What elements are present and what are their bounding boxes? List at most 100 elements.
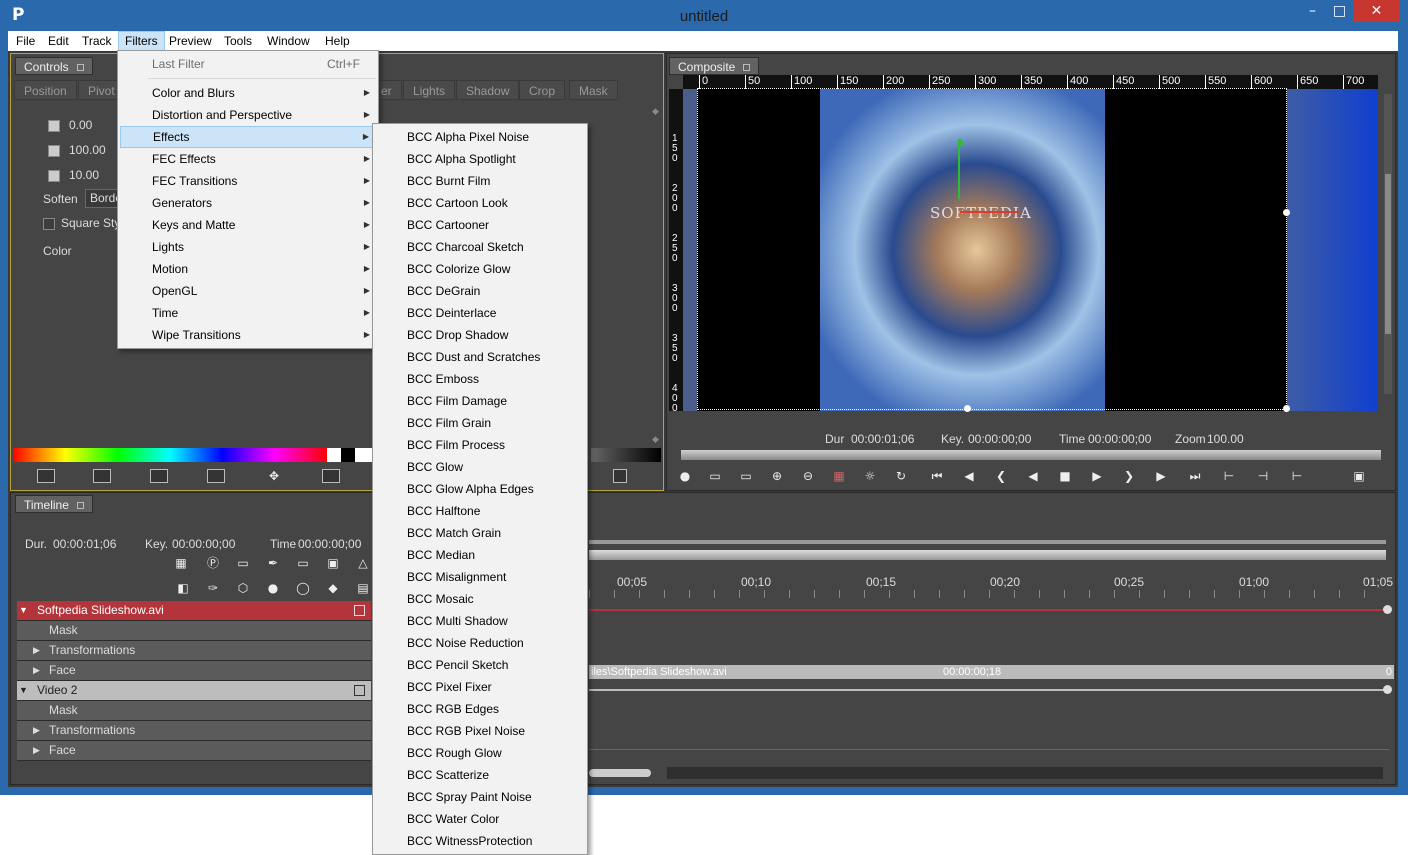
handle-bottom[interactable] [964,405,971,412]
menu-item-fec-transitions[interactable]: FEC Transitions ▶ [120,170,376,192]
expand-icon[interactable]: ▶ [33,741,40,760]
menu-item-last-filter[interactable]: Last Filter Ctrl+F [120,53,376,75]
track-row[interactable]: ▶ Transformations [17,721,371,741]
gradient-strip-right[interactable] [591,448,661,462]
brush-icon[interactable]: ✑ [203,580,223,596]
tab-composite[interactable]: Composite [669,57,760,75]
tab-timeline[interactable]: Timeline [15,495,93,513]
handle-right[interactable] [1283,209,1290,216]
subtab-lights[interactable]: Lights [403,80,456,100]
effects-menu-item[interactable]: BCC Multi Shadow [375,610,585,632]
effects-menu-item[interactable]: BCC Cartoon Look [375,192,585,214]
menu-item-opengl[interactable]: OpenGL ▶ [120,280,376,302]
subtab-shadow[interactable]: Shadow [456,80,520,100]
mark-out-icon[interactable]: ⊢ [1287,468,1307,484]
effects-menu-item[interactable]: BCC Spray Paint Noise [375,786,585,808]
cylinder-icon[interactable]: ◯ [293,580,313,596]
track-row[interactable]: ▼ Softpedia Slideshow.avi [17,601,371,621]
effects-menu-item[interactable]: BCC Pixel Fixer [375,676,585,698]
grid-icon[interactable]: ▦ [171,555,191,571]
diamond-icon[interactable]: ◆ [323,580,343,596]
menu-edit[interactable]: Edit [42,31,75,51]
effects-menu-item[interactable]: BCC Water Color [375,808,585,830]
effects-menu-item[interactable]: BCC Alpha Pixel Noise [375,126,585,148]
triangle-icon[interactable]: △ [353,555,373,571]
screen-icon[interactable]: ▭ [233,555,253,571]
p-icon[interactable]: Ⓟ [203,555,223,571]
menu-item-fec-effects[interactable]: FEC Effects ▶ [120,148,376,170]
zoom-in-icon[interactable]: ⊕ [767,468,787,484]
play-icon[interactable]: ▶ [1087,468,1107,484]
track-row[interactable]: ▶ Transformations [17,641,371,661]
scroll-down-icon[interactable]: ◆ [652,434,659,445]
timeline-zoom-bar[interactable] [589,550,1386,560]
effects-menu-item[interactable]: BCC Colorize Glow [375,258,585,280]
menu-item-distortion[interactable]: Distortion and Perspective ▶ [120,104,376,126]
effects-menu-item[interactable]: BCC Film Process [375,434,585,456]
close-button[interactable]: ✕ [1353,0,1400,22]
track-row[interactable]: ▼ Video 2 [17,681,371,701]
tool-split-icon[interactable] [207,469,225,483]
subtab-crop[interactable]: Crop [519,80,566,100]
value-1[interactable]: 0.00 [69,118,92,132]
tool-fill-icon[interactable] [93,469,111,483]
record-icon[interactable]: ● [675,468,695,484]
menu-item-color-blurs[interactable]: Color and Blurs ▶ [120,82,376,104]
go-start-icon[interactable]: ⏮ [927,468,947,484]
effects-menu-item[interactable]: BCC Pencil Sketch [375,654,585,676]
step-forward-icon[interactable]: ❯ [1119,468,1139,484]
safe-area-icon[interactable]: ▭ [736,468,756,484]
effects-menu-item[interactable]: BCC Alpha Spotlight [375,148,585,170]
expand-icon[interactable]: ▶ [33,721,40,740]
effects-menu-item[interactable]: BCC Glow [375,456,585,478]
clip-bar[interactable]: iles\Softpedia Slideshow.avi 00:00:00;18 0 [589,665,1394,679]
play-back-icon[interactable]: ◀ [1023,468,1043,484]
effects-menu-item[interactable]: BCC Emboss [375,368,585,390]
track-row[interactable]: ▶ Face [17,741,371,761]
white-swatch[interactable] [327,448,341,462]
visibility-checkbox[interactable] [354,605,365,616]
add-key-icon[interactable]: ⊢ [1219,468,1239,484]
effects-menu-item[interactable]: BCC Deinterlace [375,302,585,324]
effects-menu-item[interactable]: BCC Match Grain [375,522,585,544]
comp-zoom-value[interactable]: 100.00 [1207,432,1244,446]
tool-frame-icon[interactable] [322,469,340,483]
value-swatch-2[interactable] [48,145,60,157]
tool-curve-icon[interactable]: ✥ [264,468,284,484]
menu-help[interactable]: Help [319,31,356,51]
scrubber-bar[interactable] [681,450,1381,460]
track-hscroll[interactable] [589,769,651,777]
cube-icon[interactable]: ⬡ [233,580,253,596]
refresh-icon[interactable]: ↻ [891,468,911,484]
value-swatch-3[interactable] [48,170,60,182]
menu-item-motion[interactable]: Motion ▶ [120,258,376,280]
tab-controls[interactable]: Controls [15,57,93,75]
menu-item-generators[interactable]: Generators ▶ [120,192,376,214]
effects-menu-item[interactable]: BCC Misalignment [375,566,585,588]
prev-key-icon[interactable]: ◀ [959,468,979,484]
viewer-vscroll[interactable] [1384,94,1392,394]
menu-item-lights[interactable]: Lights ▶ [120,236,376,258]
effects-menu-item[interactable]: BCC RGB Edges [375,698,585,720]
sphere-icon[interactable]: ● [263,580,283,596]
menu-filters[interactable]: Filters [118,31,165,51]
menu-track[interactable]: Track [76,31,118,51]
brightness-icon[interactable]: ☼ [860,468,880,484]
effects-menu-item[interactable]: BCC Cartooner [375,214,585,236]
viewer-vscroll-thumb[interactable] [1385,174,1391,334]
collapse-icon[interactable]: ▼ [19,601,28,620]
composite-close-icon[interactable] [743,64,751,72]
next-key-icon[interactable]: ▶ [1151,468,1171,484]
track-row[interactable]: Mask [17,701,371,721]
timeline-close-icon[interactable] [76,502,84,510]
effects-menu-item[interactable]: BCC Glow Alpha Edges [375,478,585,500]
menu-preview[interactable]: Preview [163,31,218,51]
step-back-icon[interactable]: ❮ [991,468,1011,484]
zoom-out-icon[interactable]: ⊖ [798,468,818,484]
effects-menu-item[interactable]: BCC Film Grain [375,412,585,434]
effects-menu-item[interactable]: BCC Charcoal Sketch [375,236,585,258]
visibility-checkbox[interactable] [354,685,365,696]
rect-icon[interactable]: ▭ [293,555,313,571]
collapse-icon[interactable]: ▼ [19,681,28,700]
expand-icon[interactable]: ▶ [33,641,40,660]
